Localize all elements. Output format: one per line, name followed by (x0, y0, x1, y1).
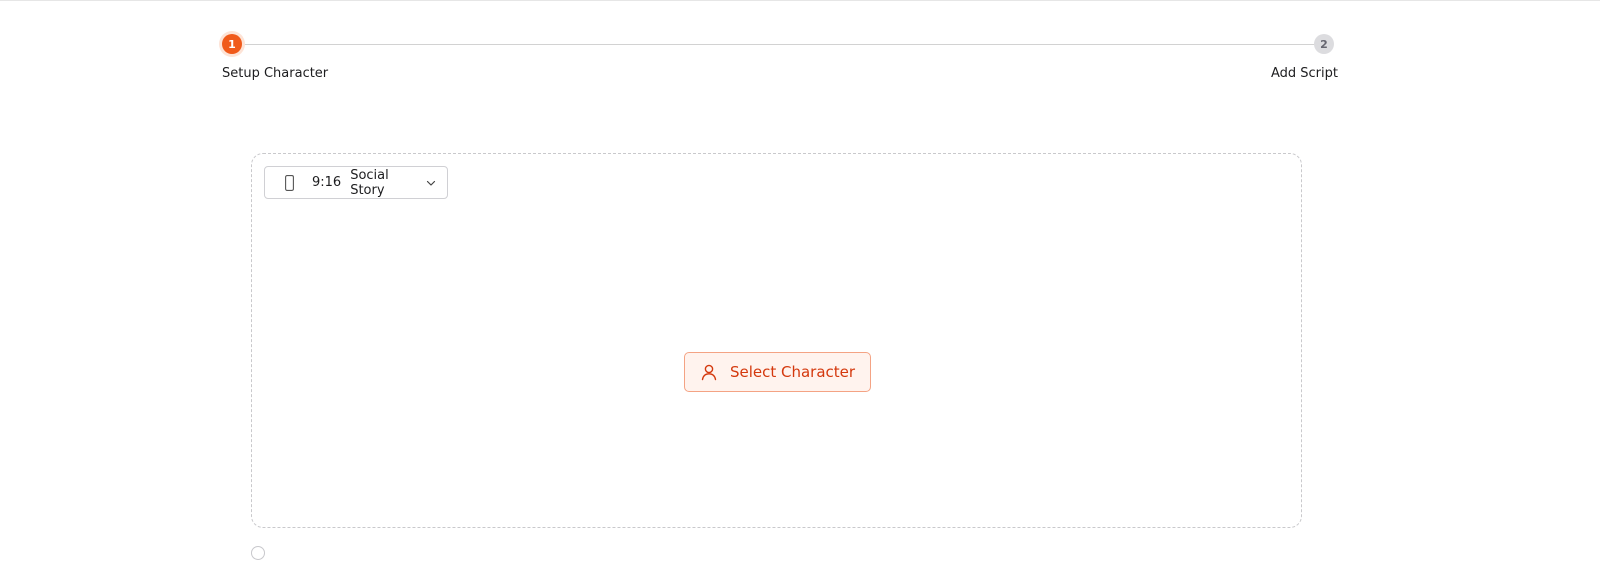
info-icon[interactable] (251, 546, 265, 560)
step-number-badge: 1 (222, 34, 242, 54)
aspect-ratio-value: 9:16 (312, 175, 342, 190)
top-divider (0, 0, 1600, 1)
chevron-down-icon (425, 177, 437, 189)
step-add-script[interactable]: 2 Add Script (1271, 33, 1338, 81)
step-label: Add Script (1270, 66, 1338, 81)
aspect-ratio-name: Social Story (350, 167, 389, 198)
progress-stepper: 1 Setup Character 2 Add Script (222, 33, 1338, 93)
phone-icon (285, 174, 294, 191)
step-number-badge: 2 (1314, 34, 1334, 54)
user-icon (700, 363, 718, 381)
select-character-button[interactable]: Select Character (684, 352, 871, 392)
step-label: Setup Character (222, 66, 329, 81)
stepper-connector-line (232, 44, 1328, 45)
step-setup-character[interactable]: 1 Setup Character (222, 33, 328, 81)
aspect-ratio-select[interactable]: 9:16 Social Story (264, 166, 448, 199)
select-character-label: Select Character (729, 363, 856, 381)
character-canvas: 9:16 Social Story Select Character (251, 153, 1302, 528)
